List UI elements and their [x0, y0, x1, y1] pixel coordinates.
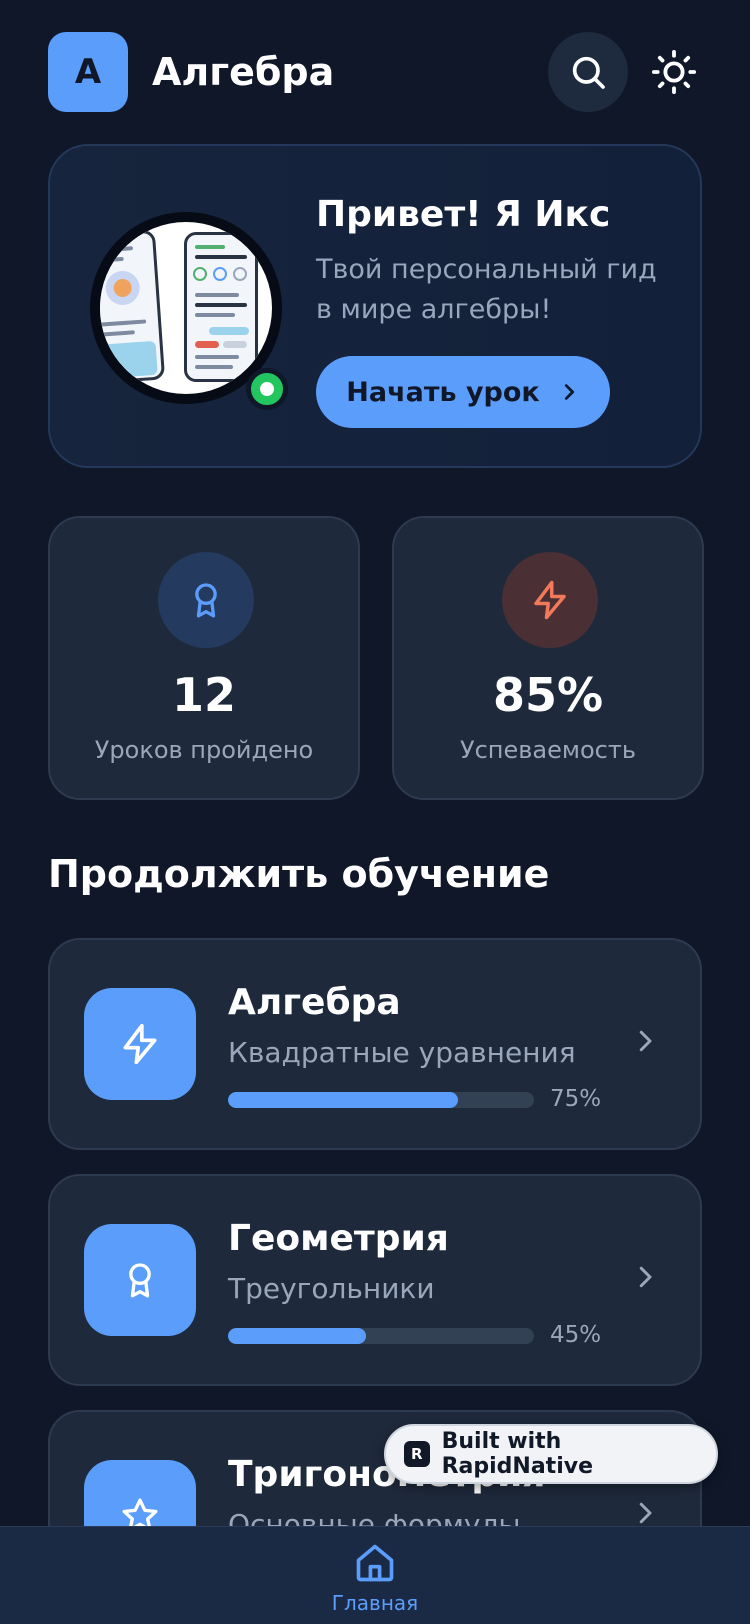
hero-title: Привет! Я Икс	[316, 194, 611, 235]
section-title: Продолжить обучение	[48, 852, 550, 896]
progress-text: 45%	[550, 1322, 602, 1348]
stat-label: Уроков пройдено	[94, 736, 314, 764]
search-icon	[572, 56, 605, 89]
stat-value: 85%	[492, 668, 604, 722]
chevron-right-icon	[639, 1030, 652, 1052]
app-screen: A Алгебра Привет! Я Икс Твой персональны…	[0, 0, 750, 1624]
stat-label: Успеваемость	[459, 736, 636, 764]
course-icon	[84, 988, 196, 1100]
chevron-right-icon	[639, 1502, 652, 1524]
course-name: Алгебра	[228, 982, 401, 1023]
mascot-image	[100, 222, 272, 394]
bottom-navigation: Главная	[0, 1526, 750, 1624]
hero-subtitle: Твой персональный гид в мире алгебры!	[316, 254, 657, 325]
progress-fill	[228, 1328, 366, 1344]
app-title: Алгебра	[152, 50, 335, 94]
course-name: Геометрия	[228, 1218, 449, 1259]
badge-label: Built with RapidNative	[441, 1429, 593, 1479]
progress-fill	[228, 1092, 458, 1108]
course-topic: Треугольники	[228, 1272, 435, 1305]
chevron-right-icon	[639, 1266, 652, 1288]
start-lesson-label: Начать урок	[346, 376, 540, 408]
rapidnative-logo-icon: R	[404, 1441, 430, 1467]
stat-value: 12	[171, 668, 236, 722]
course-icon	[84, 1224, 196, 1336]
award-icon	[158, 552, 254, 648]
search-button[interactable]	[548, 32, 628, 112]
online-status-indicator	[246, 368, 288, 410]
lightning-icon	[502, 552, 598, 648]
phone-mockup-left	[100, 229, 166, 385]
phone-mockup-right	[184, 232, 258, 382]
course-card-geometry[interactable]: Геометрия Треугольники 45%	[48, 1174, 702, 1386]
theme-toggle-button[interactable]	[646, 44, 702, 100]
sun-icon	[651, 49, 697, 95]
nav-label-home: Главная	[331, 1591, 419, 1615]
chevron-right-icon	[564, 384, 574, 400]
logo-badge: A	[48, 32, 128, 112]
built-with-badge[interactable]: R Built with RapidNative	[384, 1424, 718, 1484]
stat-card-lessons: 12 Уроков пройдено	[48, 516, 360, 800]
progress-text: 75%	[550, 1086, 602, 1112]
home-icon	[356, 1544, 394, 1582]
course-topic: Квадратные уравнения	[228, 1036, 576, 1069]
hero-card: Привет! Я Икс Твой персональный гид в ми…	[48, 144, 702, 468]
award-icon	[129, 1263, 151, 1298]
lightning-icon	[123, 1023, 157, 1065]
header: A Алгебра	[48, 32, 702, 112]
course-card-algebra[interactable]: Алгебра Квадратные уравнения 75%	[48, 938, 702, 1150]
progress-bar	[228, 1092, 534, 1108]
nav-item-home[interactable]: Главная	[325, 1541, 425, 1615]
progress-bar	[228, 1328, 534, 1344]
stat-card-performance: 85% Успеваемость	[392, 516, 704, 800]
start-lesson-button[interactable]: Начать урок	[316, 356, 610, 428]
